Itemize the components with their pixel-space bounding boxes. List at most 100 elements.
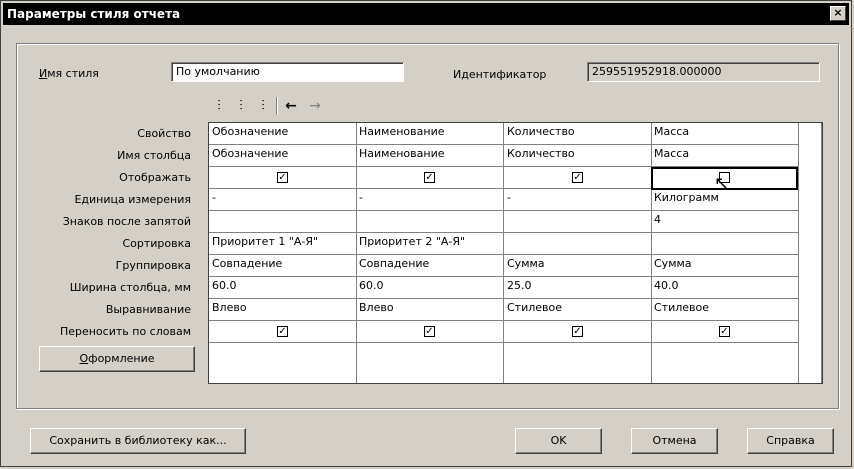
grid-cell[interactable]: Обозначение [209, 145, 357, 167]
grid-cell-text: Наименование [359, 125, 445, 138]
grid-cell[interactable]: 40.0 [651, 277, 799, 299]
checkbox-checked[interactable]: ✓ [277, 172, 288, 183]
grid-cell[interactable]: Сумма [651, 255, 799, 277]
help-button[interactable]: Справка [747, 428, 834, 454]
grid-cell-text: 4 [654, 213, 661, 226]
grid-cell[interactable]: Приоритет 1 "А-Я" [209, 233, 357, 255]
grid-column-filler [209, 343, 357, 383]
grid-cell[interactable]: ✓ [504, 167, 652, 189]
style-name-input[interactable]: По умолчанию [171, 62, 404, 82]
grid-cell[interactable]: Сумма [504, 255, 652, 277]
grid-cell-text: Наименование [359, 147, 445, 160]
checkbox-checked[interactable]: ✓ [572, 172, 583, 183]
grid-cell[interactable]: Количество [504, 145, 652, 167]
row-label: Единица измерения [74, 193, 191, 206]
grid-cell-text: Количество [507, 147, 575, 160]
identifier-label: Идентификатор [453, 68, 547, 81]
grid-column-filler [651, 343, 799, 383]
row-label: Ширина столбца, мм [69, 281, 191, 294]
grid-cell[interactable]: - [356, 189, 504, 211]
grid-cell-text: 60.0 [359, 279, 384, 292]
title-bar[interactable]: Параметры стиля отчета × [3, 3, 849, 25]
grid-cell-text: Количество [507, 125, 575, 138]
insert-column-right-icon[interactable]: ⫶ [230, 95, 252, 117]
style-name-label: Имя стиля [39, 67, 99, 80]
grid-cell-text: 40.0 [654, 279, 679, 292]
grid-cell[interactable] [504, 211, 652, 233]
grid-cell-text: - [359, 191, 363, 204]
grid-cell[interactable]: 60.0 [209, 277, 357, 299]
grid-column-filler [504, 343, 652, 383]
cancel-button[interactable]: Отмена [631, 428, 718, 454]
delete-column-icon[interactable]: ⫶ [252, 95, 274, 117]
grid-cell-text: Влево [359, 301, 394, 314]
grid-cell[interactable]: Стилевое [651, 299, 799, 321]
grid-column-filler [356, 343, 504, 383]
grid-cell-text: Совпадение [212, 257, 283, 270]
grid-cell[interactable] [209, 211, 357, 233]
ok-button[interactable]: OK [515, 428, 602, 454]
checkbox-checked[interactable]: ✓ [424, 326, 435, 337]
grid-cell-text: Совпадение [359, 257, 430, 270]
move-right-icon[interactable]: → [304, 95, 326, 117]
grid-cell[interactable]: 60.0 [356, 277, 504, 299]
checkbox-checked[interactable]: ✓ [277, 326, 288, 337]
grid-cell[interactable] [651, 233, 799, 255]
grid-cell[interactable]: ✓ [504, 321, 652, 343]
row-label: Выравнивание [105, 303, 191, 316]
grid-cell[interactable]: ✓ [356, 321, 504, 343]
grid-cell[interactable]: Наименование [356, 123, 504, 145]
columns-grid[interactable]: Обозначение Обозначение ✓ - Приоритет 1 "А-Я… [208, 122, 823, 384]
grid-cell-text: Стилевое [507, 301, 563, 314]
grid-cell-text: Стилевое [654, 301, 710, 314]
grid-cell[interactable]: Масса [651, 145, 799, 167]
grid-cell[interactable]: Масса [651, 123, 799, 145]
toolbar-separator [276, 97, 278, 115]
grid-cell-text: Обозначение [212, 125, 289, 138]
close-button[interactable]: × [830, 6, 846, 21]
dialog-window: Параметры стиля отчета × Имя стиля По ум… [0, 0, 852, 467]
style-name-label-rest: мя стиля [47, 67, 99, 80]
grid-cell[interactable]: Количество [504, 123, 652, 145]
move-left-icon[interactable]: ← [280, 95, 302, 117]
mouse-cursor-icon: ↖ [714, 173, 730, 194]
grid-cell[interactable] [504, 233, 652, 255]
grid-cell-text: Сумма [654, 257, 692, 270]
grid-cell[interactable]: Приоритет 2 "А-Я" [356, 233, 504, 255]
insert-column-icon[interactable]: ⫶ [208, 95, 230, 117]
grid-cell-text: - [507, 191, 511, 204]
grid-cell[interactable]: Наименование [356, 145, 504, 167]
checkbox-checked[interactable]: ✓ [719, 326, 730, 337]
grid-cell[interactable]: 25.0 [504, 277, 652, 299]
grid-cell[interactable]: ✓ [356, 167, 504, 189]
grid-cell[interactable]: - [209, 189, 357, 211]
grid-cell[interactable]: ✓ [209, 321, 357, 343]
grid-empty-column [799, 123, 822, 383]
grid-cell[interactable]: Влево [209, 299, 357, 321]
grid-cell-text: Приоритет 1 "А-Я" [212, 235, 319, 248]
window-title: Параметры стиля отчета [7, 7, 181, 21]
grid-cell[interactable]: Стилевое [504, 299, 652, 321]
row-label: Сортировка [122, 237, 191, 250]
row-label: Переносить по словам [59, 325, 191, 338]
checkbox-checked[interactable]: ✓ [572, 326, 583, 337]
grid-cell[interactable]: Совпадение [209, 255, 357, 277]
grid-cell[interactable] [356, 211, 504, 233]
grid-cell[interactable]: Совпадение [356, 255, 504, 277]
grid-cell[interactable]: Влево [356, 299, 504, 321]
grid-cell-text: Масса [654, 125, 690, 138]
grid-cell[interactable]: ✓ [651, 321, 799, 343]
row-label: Свойство [137, 127, 191, 140]
grid-cell[interactable]: 4 [651, 211, 799, 233]
grid-cell[interactable]: - [504, 189, 652, 211]
design-button[interactable]: Оформление [39, 346, 195, 372]
grid-cell-text: Приоритет 2 "А-Я" [359, 235, 466, 248]
save-library-button[interactable]: Сохранить в библиотеку как... [30, 428, 246, 454]
grid-cell[interactable]: ✓ [209, 167, 357, 189]
identifier-field: 259551952918.000000 [587, 62, 820, 82]
checkbox-checked[interactable]: ✓ [424, 172, 435, 183]
row-label: Группировка [115, 259, 191, 272]
grid-cell[interactable]: Обозначение [209, 123, 357, 145]
grid-cell-text: Килограмм [654, 191, 719, 204]
grid-cell-text: Сумма [507, 257, 545, 270]
